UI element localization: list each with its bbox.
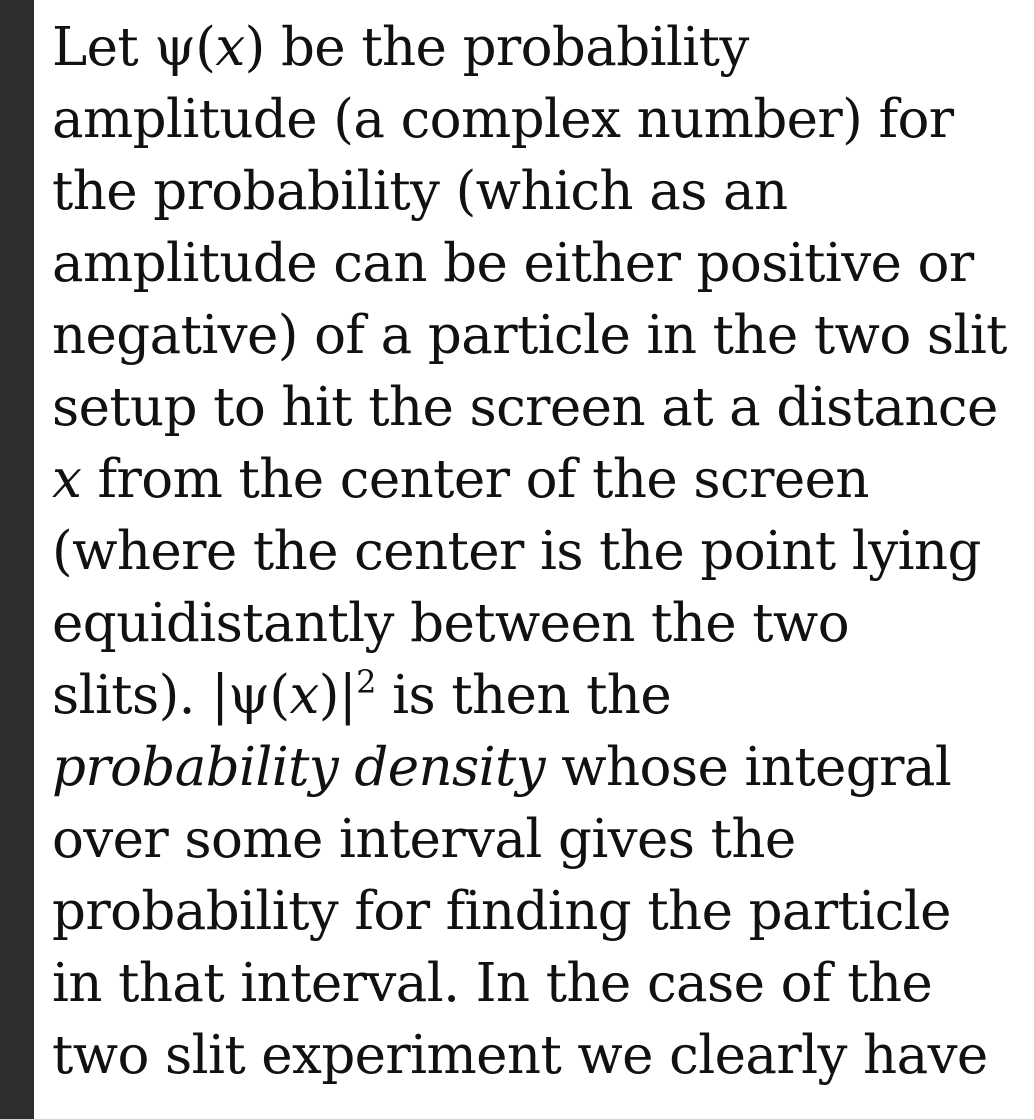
text-line: x from the center of the screen: [52, 449, 869, 510]
text-line: probability for finding the particle: [52, 881, 952, 942]
text-line: amplitude (a complex number) for: [52, 89, 954, 150]
text-line: slits). |ψ(x)|2 is then the: [52, 663, 672, 726]
text-line: the probability (which as an: [52, 161, 788, 222]
math-variable-x: x: [52, 449, 82, 510]
text-line: negative) of a particle in the two slit: [52, 305, 1007, 366]
page: Let ψ(x) be the probability amplitude (a…: [0, 0, 1034, 1119]
text-line: two slit experiment we clearly have: [52, 1025, 988, 1086]
text-line: setup to hit the screen at a distance: [52, 377, 998, 438]
text-line: Let ψ(x) be the probability: [52, 17, 749, 78]
text-line: amplitude can be either positive or: [52, 233, 974, 294]
superscript-exponent: 2: [356, 663, 376, 701]
text-line: equidistantly between the two: [52, 593, 850, 654]
text-line: in that interval. In the case of the: [52, 953, 933, 1014]
article-paragraph: Let ψ(x) be the probability amplitude (a…: [52, 12, 1034, 1092]
emphasized-term: probability density: [52, 737, 546, 798]
text-line: over some interval gives the: [52, 809, 796, 870]
math-variable-x: x: [289, 665, 319, 726]
left-edge-bar: [0, 0, 34, 1119]
math-variable-x: x: [215, 17, 245, 78]
text-line: probability density whose integral: [52, 737, 952, 798]
text-line: (where the center is the point lying: [52, 521, 981, 582]
